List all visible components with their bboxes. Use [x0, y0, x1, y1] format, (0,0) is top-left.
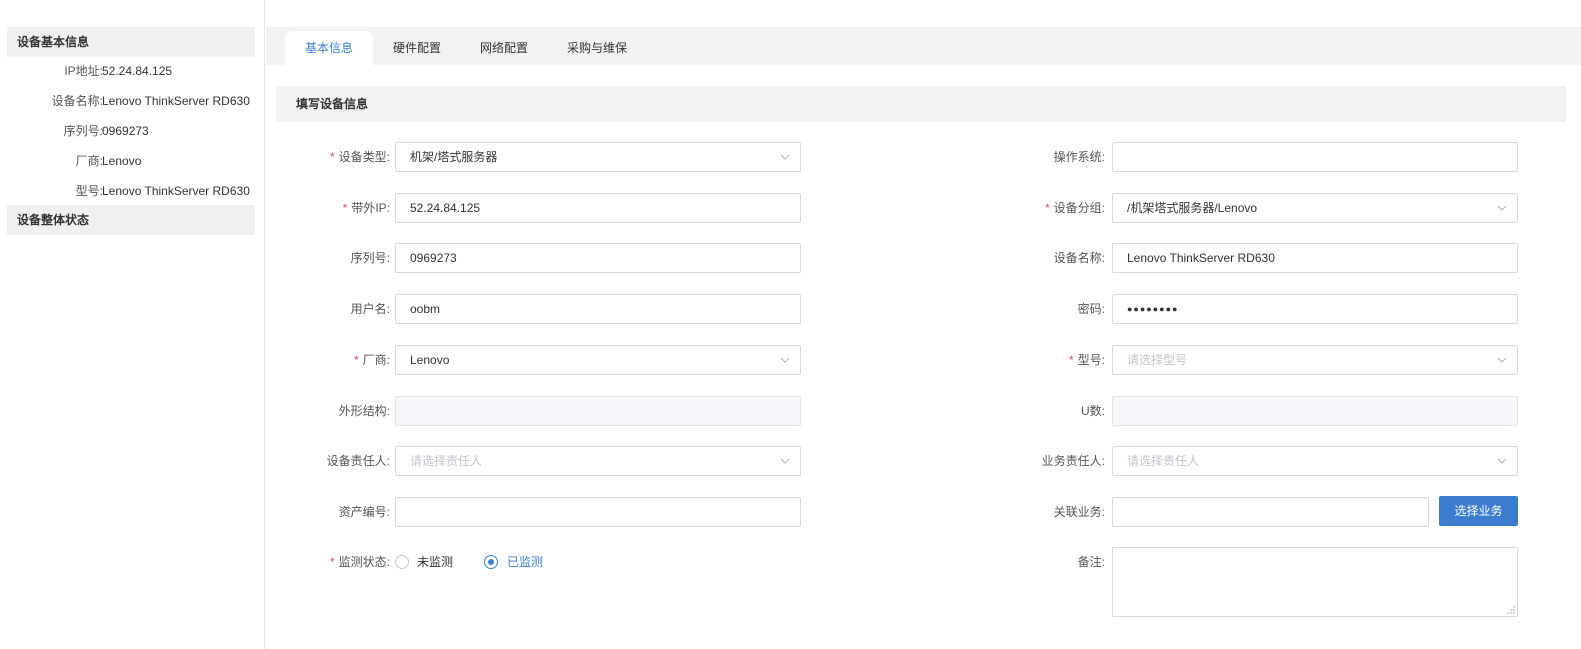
info-label: 厂商: — [75, 154, 103, 168]
chevron-down-icon — [780, 154, 790, 160]
u-count-input — [1112, 396, 1518, 426]
device-name-label: 设备名称: — [1053, 251, 1105, 265]
info-row-serial: 序列号: 0969273 — [7, 116, 255, 146]
os-input[interactable] — [1112, 142, 1518, 172]
required-mark: * — [1044, 201, 1050, 215]
form-title: 填写设备信息 — [276, 86, 1566, 122]
chevron-down-icon — [1497, 458, 1507, 464]
owner-label: 设备责任人: — [326, 454, 390, 468]
group-select[interactable]: /机架塔式服务器/Lenovo — [1112, 193, 1518, 223]
oob-ip-input[interactable]: 52.24.84.125 — [395, 193, 801, 223]
model-placeholder: 请选择型号 — [1127, 353, 1188, 367]
info-value: 0969273 — [102, 124, 149, 138]
owner-placeholder: 请选择责任人 — [410, 454, 483, 468]
device-type-select[interactable]: 机架/塔式服务器 — [395, 142, 801, 172]
info-label: 设备名称: — [51, 94, 103, 108]
tab-hardware[interactable]: 硬件配置 — [377, 31, 457, 65]
radio-unmonitored-label[interactable]: 未监测 — [417, 547, 453, 577]
username-input[interactable]: oobm — [395, 294, 801, 324]
monitor-label: * 监测状态: — [329, 555, 390, 569]
group-value: /机架塔式服务器/Lenovo — [1127, 201, 1258, 215]
biz-owner-label: 业务责任人: — [1041, 454, 1105, 468]
form-factor-input — [395, 396, 801, 426]
related-biz-label: 关联业务: — [1053, 505, 1105, 519]
device-type-value: 机架/塔式服务器 — [410, 150, 498, 164]
device-info-panel: 设备基本信息 IP地址: 52.24.84.125 设备名称: Lenovo T… — [0, 0, 265, 649]
basic-info-header: 设备基本信息 — [7, 27, 255, 57]
required-mark: * — [329, 150, 335, 164]
related-biz-input[interactable] — [1112, 497, 1429, 527]
tab-network[interactable]: 网络配置 — [464, 31, 544, 65]
vendor-label: * 厂商: — [353, 353, 390, 367]
tab-procurement[interactable]: 采购与维保 — [556, 31, 638, 65]
radio-unmonitored[interactable] — [395, 555, 409, 569]
select-business-button[interactable]: 选择业务 — [1439, 496, 1518, 526]
serial-label: 序列号: — [350, 251, 390, 265]
info-value: Lenovo ThinkServer RD630 — [102, 184, 250, 198]
os-label: 操作系统: — [1053, 150, 1105, 164]
info-row-ip: IP地址: 52.24.84.125 — [7, 56, 255, 86]
chevron-down-icon — [1497, 357, 1507, 363]
info-label: 型号: — [75, 184, 103, 198]
vendor-select[interactable]: Lenovo — [395, 345, 801, 375]
info-row-vendor: 厂商: Lenovo — [7, 146, 255, 176]
model-label: * 型号: — [1068, 353, 1105, 367]
password-input[interactable]: ●●●●●●●● — [1112, 294, 1518, 324]
oob-ip-label: * 带外IP: — [342, 201, 390, 215]
biz-owner-placeholder: 请选择责任人 — [1127, 454, 1200, 468]
required-mark: * — [342, 201, 348, 215]
resize-grip-icon[interactable] — [1507, 606, 1515, 614]
radio-monitored[interactable] — [484, 555, 498, 569]
chevron-down-icon — [780, 357, 790, 363]
tab-basic-info[interactable]: 基本信息 — [285, 31, 373, 65]
asset-no-input[interactable] — [395, 497, 801, 527]
info-value: Lenovo ThinkServer RD630 — [102, 94, 250, 108]
info-label: IP地址: — [64, 64, 103, 78]
remark-label: 备注: — [1077, 555, 1105, 569]
info-row-device-name: 设备名称: Lenovo ThinkServer RD630 — [7, 86, 255, 116]
info-value: 52.24.84.125 — [102, 64, 173, 78]
required-mark: * — [1068, 353, 1074, 367]
info-label: 序列号: — [63, 124, 103, 138]
device-name-input[interactable]: Lenovo ThinkServer RD630 — [1112, 243, 1518, 273]
overall-status-header: 设备整体状态 — [7, 205, 255, 235]
form-factor-label: 外形结构: — [338, 404, 390, 418]
owner-select[interactable]: 请选择责任人 — [395, 446, 801, 476]
device-type-label: * 设备类型: — [329, 150, 390, 164]
info-row-model: 型号: Lenovo ThinkServer RD630 — [7, 176, 255, 206]
username-label: 用户名: — [350, 302, 390, 316]
chevron-down-icon — [780, 458, 790, 464]
tab-bar: 基本信息 硬件配置 网络配置 采购与维保 — [266, 27, 1581, 65]
model-select[interactable]: 请选择型号 — [1112, 345, 1518, 375]
vendor-value: Lenovo — [410, 353, 450, 367]
biz-owner-select[interactable]: 请选择责任人 — [1112, 446, 1518, 476]
remark-textarea[interactable] — [1112, 547, 1518, 617]
radio-monitored-label[interactable]: 已监测 — [507, 547, 543, 577]
serial-input[interactable]: 0969273 — [395, 243, 801, 273]
required-mark: * — [329, 555, 335, 569]
u-count-label: U数: — [1080, 404, 1105, 418]
chevron-down-icon — [1497, 205, 1507, 211]
required-mark: * — [353, 353, 359, 367]
info-value: Lenovo — [102, 154, 142, 168]
group-label: * 设备分组: — [1044, 201, 1105, 215]
asset-no-label: 资产编号: — [338, 505, 390, 519]
password-label: 密码: — [1077, 302, 1105, 316]
